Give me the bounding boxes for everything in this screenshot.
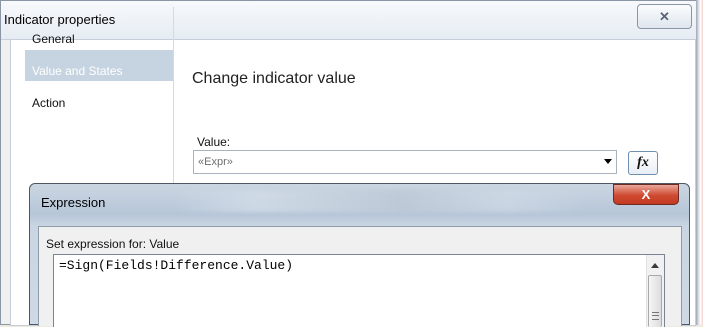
scrollbar-grip-icon [652,312,659,320]
expression-textarea[interactable]: =Sign(Fields!Difference.Value) [53,254,665,327]
nav-item-general[interactable]: General [25,18,173,49]
value-combobox[interactable]: «Expr» [193,150,617,174]
nav-item-label: General [32,32,75,46]
dropdown-arrow-icon[interactable] [604,159,612,164]
scrollbar-thumb[interactable] [648,275,662,327]
close-icon: X [641,187,651,202]
nav-item-label: Value and States [32,64,123,78]
set-expression-label: Set expression for: Value [46,237,180,251]
value-label: Value: [197,135,231,149]
function-icon: fx [637,155,649,170]
expression-close-button[interactable]: X [613,184,679,205]
nav-item-value-and-states[interactable]: Value and States [25,50,173,81]
page-heading: Change indicator value [192,70,356,87]
background-blur [170,190,590,212]
window-right-edge [696,0,703,325]
expression-fx-button[interactable]: fx [628,151,658,175]
expression-dialog-body: Set expression for: Value =Sign(Fields!D… [38,226,682,327]
nav-item-action[interactable]: Action [25,82,173,113]
scroll-up-icon[interactable] [651,263,659,268]
vertical-scrollbar[interactable] [646,255,664,327]
outer-close-button[interactable]: ✕ [637,4,692,29]
close-icon: ✕ [659,8,670,24]
expression-text: =Sign(Fields!Difference.Value) [59,258,294,273]
value-combobox-text: «Expr» [198,156,233,168]
expression-dialog: Expression X Set expression for: Value =… [29,183,690,327]
nav-item-label: Action [32,96,66,110]
expression-dialog-title: Expression [41,195,106,210]
